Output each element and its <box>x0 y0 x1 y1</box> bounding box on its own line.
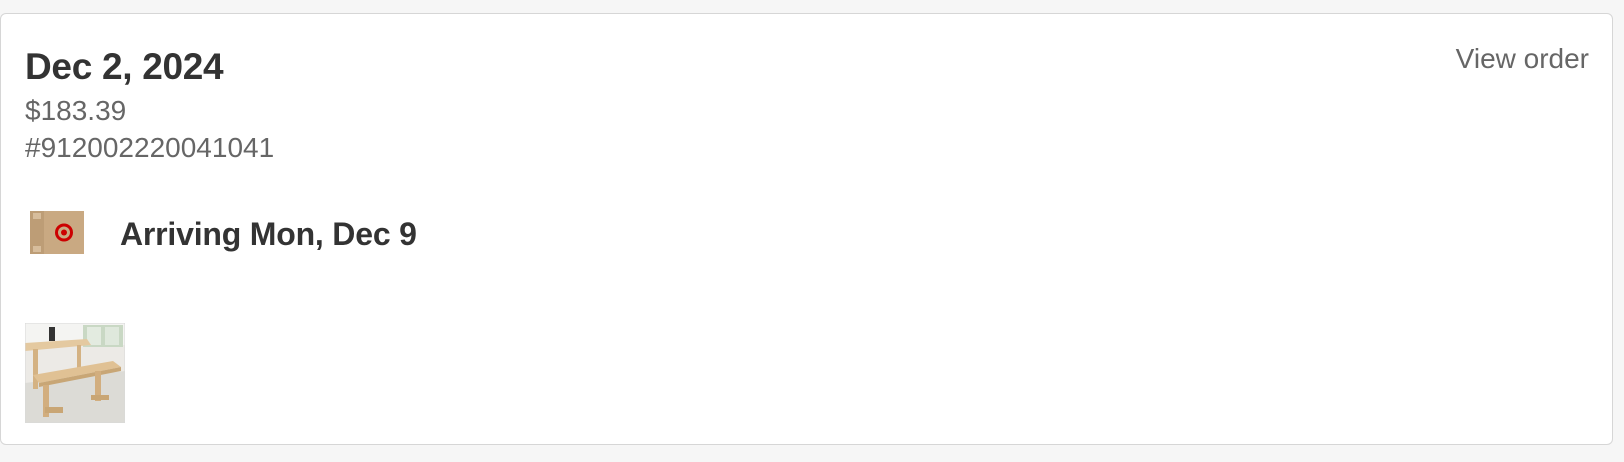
arrival-status: Arriving Mon, Dec 9 <box>120 216 417 252</box>
order-date: Dec 2, 2024 <box>25 46 224 87</box>
package-box-icon <box>30 211 84 254</box>
view-order-link[interactable]: View order <box>1456 42 1589 76</box>
order-total: $183.39 <box>25 95 127 126</box>
dining-table-bench-image <box>25 323 125 423</box>
item-thumbnail-dining-set[interactable] <box>25 323 125 423</box>
order-card: Dec 2, 2024 $183.39 #912002220041041 Vie… <box>0 13 1613 445</box>
order-number: #912002220041041 <box>25 132 275 163</box>
